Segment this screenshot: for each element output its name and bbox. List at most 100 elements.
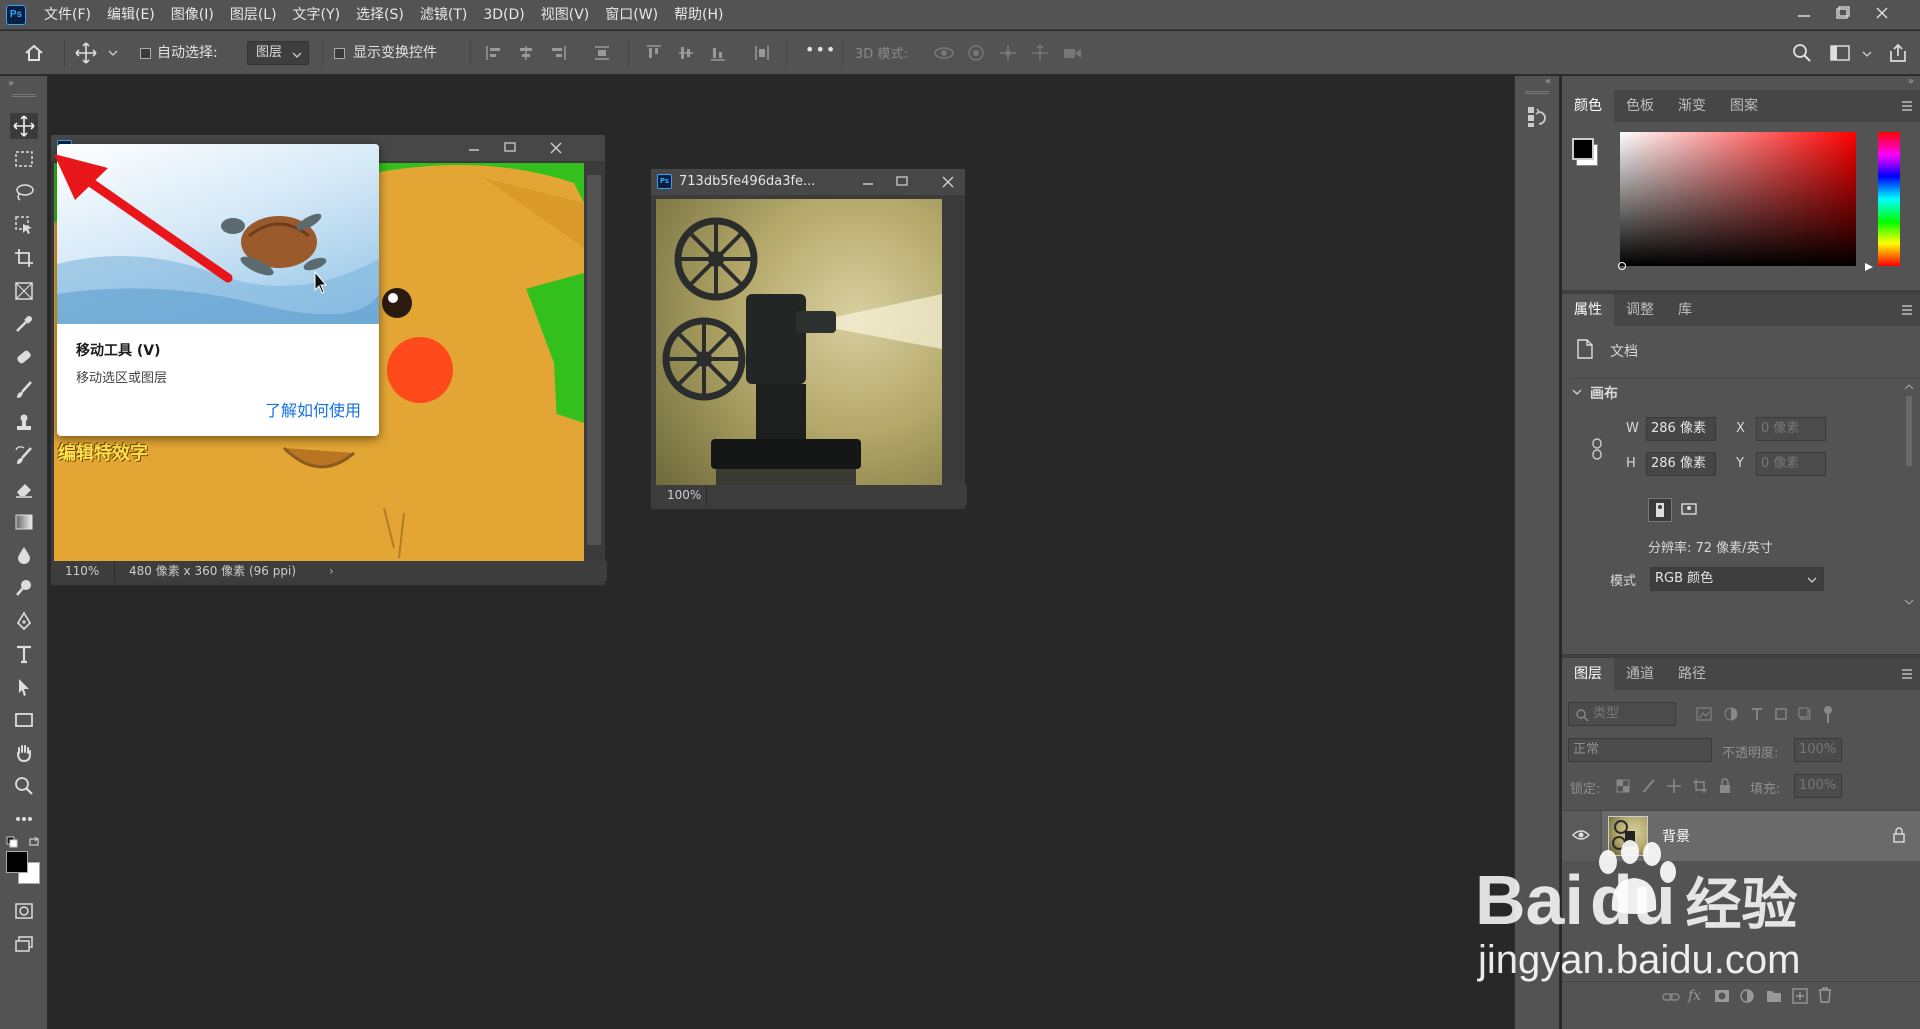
align-left-icon[interactable] xyxy=(482,41,506,65)
eyedropper-tool-icon[interactable] xyxy=(10,311,38,337)
screen-mode-icon[interactable] xyxy=(10,931,38,957)
tab-color[interactable]: 颜色 xyxy=(1562,90,1614,122)
lock-artboard-icon[interactable] xyxy=(1692,778,1708,794)
marquee-tool-icon[interactable] xyxy=(10,146,38,172)
hue-slider-handle[interactable] xyxy=(1864,262,1874,272)
restore-window-button[interactable] xyxy=(1822,0,1862,26)
tab-paths[interactable]: 路径 xyxy=(1666,658,1718,690)
dodge-tool-icon[interactable] xyxy=(10,575,38,601)
menu-layer[interactable]: 图层(L) xyxy=(222,0,285,30)
foreground-color-swatch[interactable] xyxy=(1572,138,1594,160)
vertical-scrollbar[interactable] xyxy=(944,199,962,485)
color-picker-handle[interactable] xyxy=(1618,262,1626,270)
path-selection-tool-icon[interactable] xyxy=(10,674,38,700)
menu-3d[interactable]: 3D(D) xyxy=(475,0,532,30)
type-tool-icon[interactable] xyxy=(10,641,38,667)
panel-grip[interactable] xyxy=(1525,91,1549,94)
menu-filter[interactable]: 滤镜(T) xyxy=(412,0,475,30)
menu-window[interactable]: 窗口(W) xyxy=(597,0,666,30)
color-picker-field[interactable] xyxy=(1620,132,1856,266)
adjustment-layer-icon[interactable] xyxy=(1740,989,1754,1003)
panel-menu-icon[interactable] xyxy=(1900,304,1914,316)
history-brush-tool-icon[interactable] xyxy=(10,443,38,469)
rectangle-tool-icon[interactable] xyxy=(10,707,38,733)
projector-canvas[interactable] xyxy=(656,199,942,485)
layer-filter-dropdown[interactable]: 类型 xyxy=(1568,702,1676,726)
doc-minimize-button[interactable] xyxy=(459,135,489,161)
align-bottom-icon[interactable] xyxy=(706,41,730,65)
default-colors-icon[interactable] xyxy=(6,836,18,848)
menu-type[interactable]: 文字(Y) xyxy=(285,0,348,30)
filter-adjustment-icon[interactable] xyxy=(1724,707,1738,721)
pen-tool-icon[interactable] xyxy=(10,608,38,634)
edit-toolbar-icon[interactable] xyxy=(10,806,38,832)
search-icon[interactable] xyxy=(1790,41,1814,65)
collapse-icon[interactable]: » xyxy=(8,78,14,89)
eraser-tool-icon[interactable] xyxy=(10,476,38,502)
y-field[interactable]: 0 像素 xyxy=(1756,452,1826,476)
healing-brush-tool-icon[interactable] xyxy=(10,344,38,370)
filter-pixel-icon[interactable] xyxy=(1696,707,1712,721)
3d-slide-icon[interactable] xyxy=(1028,41,1052,65)
auto-select-checkbox[interactable] xyxy=(140,48,151,59)
auto-select-dropdown[interactable]: 图层 xyxy=(247,41,309,65)
show-transform-checkbox[interactable] xyxy=(334,48,345,59)
menu-help[interactable]: 帮助(H) xyxy=(666,0,731,30)
collapse-icon[interactable]: » xyxy=(1908,76,1914,87)
foreground-color-swatch[interactable] xyxy=(6,851,28,873)
blend-mode-dropdown[interactable]: 正常 xyxy=(1568,738,1712,762)
document-info[interactable]: 480 像素 x 360 像素 (96 ppi) xyxy=(129,561,296,581)
hand-tool-icon[interactable] xyxy=(10,740,38,766)
lock-transparency-icon[interactable] xyxy=(1616,779,1630,793)
doc-maximize-button[interactable] xyxy=(495,135,525,161)
zoom-level[interactable]: 100% xyxy=(667,485,701,505)
gradient-tool-icon[interactable] xyxy=(10,509,38,535)
tab-layers[interactable]: 图层 xyxy=(1562,658,1614,690)
learn-how-link[interactable]: 了解如何使用 xyxy=(265,397,361,421)
doc-minimize-button[interactable] xyxy=(853,169,883,195)
chevron-down-icon[interactable] xyxy=(1862,50,1872,58)
history-panel-icon[interactable] xyxy=(1525,104,1551,130)
filter-type-icon[interactable] xyxy=(1750,707,1764,721)
menu-select[interactable]: 选择(S) xyxy=(348,0,412,30)
crop-tool-icon[interactable] xyxy=(10,245,38,271)
tab-properties[interactable]: 属性 xyxy=(1562,294,1614,326)
3d-orbit-icon[interactable] xyxy=(932,41,956,65)
home-icon[interactable] xyxy=(22,41,46,65)
lock-all-icon[interactable] xyxy=(1718,778,1732,794)
document-window-2[interactable]: Ps 713db5fe496da3fe... 100% xyxy=(650,168,967,510)
doc-maximize-button[interactable] xyxy=(887,169,917,195)
move-tool-icon[interactable] xyxy=(74,41,98,65)
workspace-icon[interactable] xyxy=(1828,41,1852,65)
panel-grip[interactable] xyxy=(12,94,36,97)
color-mode-dropdown[interactable]: RGB 颜色 xyxy=(1650,567,1824,591)
3d-scale-icon[interactable] xyxy=(1060,41,1084,65)
document-titlebar-2[interactable]: Ps 713db5fe496da3fe... xyxy=(651,169,965,195)
align-top-icon[interactable] xyxy=(642,41,666,65)
object-select-tool-icon[interactable] xyxy=(10,212,38,238)
tab-channels[interactable]: 通道 xyxy=(1614,658,1666,690)
move-tool-icon[interactable] xyxy=(10,113,38,139)
fill-field[interactable]: 100% xyxy=(1794,774,1842,798)
chevron-down-icon[interactable] xyxy=(108,49,118,57)
tab-patterns[interactable]: 图案 xyxy=(1718,90,1770,122)
new-group-icon[interactable] xyxy=(1766,989,1782,1003)
tab-libraries[interactable]: 库 xyxy=(1666,294,1704,326)
menu-image[interactable]: 图像(I) xyxy=(163,0,222,30)
x-field[interactable]: 0 像素 xyxy=(1756,417,1826,441)
menu-view[interactable]: 视图(V) xyxy=(533,0,598,30)
filter-smart-object-icon[interactable] xyxy=(1798,707,1812,721)
tab-swatches[interactable]: 色板 xyxy=(1614,90,1666,122)
menu-edit[interactable]: 编辑(E) xyxy=(99,0,163,30)
doc-close-button[interactable] xyxy=(541,135,571,161)
doc-close-button[interactable] xyxy=(933,169,963,195)
chevron-right-icon[interactable]: › xyxy=(329,561,334,581)
lock-icon[interactable] xyxy=(1892,827,1906,843)
properties-scrollbar[interactable] xyxy=(1902,382,1916,612)
frame-tool-icon[interactable] xyxy=(10,278,38,304)
minimize-window-button[interactable] xyxy=(1784,0,1824,26)
3d-pan-icon[interactable] xyxy=(996,41,1020,65)
height-field[interactable]: 286 像素 xyxy=(1646,452,1716,476)
swap-colors-icon[interactable] xyxy=(28,836,40,848)
panel-menu-icon[interactable] xyxy=(1900,668,1914,680)
